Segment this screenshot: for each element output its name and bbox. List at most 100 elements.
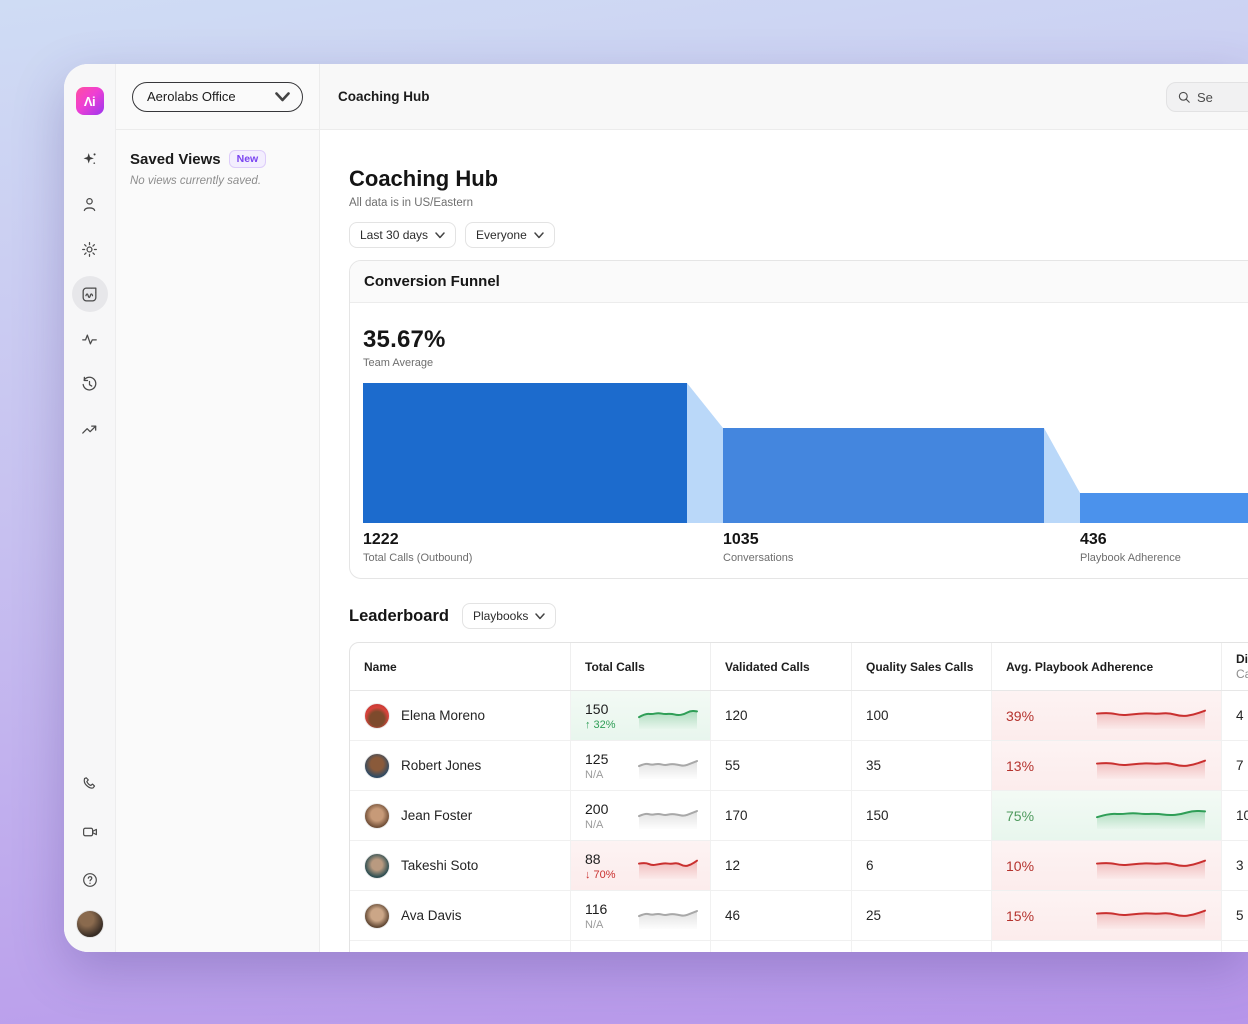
total-calls-value: 200 bbox=[585, 801, 631, 817]
playbooks-filter[interactable]: Playbooks bbox=[462, 603, 556, 629]
sparkles-icon[interactable] bbox=[72, 141, 108, 177]
search-input[interactable]: Se bbox=[1166, 82, 1248, 112]
rail-nav bbox=[72, 141, 108, 447]
col-adherence[interactable]: Avg. Playbook Adherence bbox=[992, 643, 1222, 690]
coaching-hub-icon[interactable] bbox=[72, 276, 108, 312]
page-content: Coaching Hub All data is in US/Eastern L… bbox=[320, 130, 1248, 952]
total-calls-sparkline bbox=[637, 902, 699, 930]
name-cell: Ava Davis bbox=[350, 891, 571, 940]
history-icon[interactable] bbox=[72, 366, 108, 402]
person-name: Jean Foster bbox=[401, 808, 472, 823]
disp-call-count-value: 4 bbox=[1236, 708, 1244, 723]
validated-calls-value: 46 bbox=[725, 908, 740, 923]
person-name: Robert Jones bbox=[401, 758, 481, 773]
activity-icon[interactable] bbox=[72, 321, 108, 357]
table-row[interactable]: Robert Jones 125 N/A 55 35 13% 7 bbox=[350, 741, 1248, 791]
adherence-cell: 75% bbox=[992, 791, 1222, 840]
adherence-sparkline bbox=[1095, 702, 1207, 730]
validated-calls-cell: 46 bbox=[711, 891, 852, 940]
quality-calls-value: 150 bbox=[866, 808, 889, 823]
video-icon[interactable] bbox=[72, 814, 108, 850]
total-calls-cell: 200 N/A bbox=[571, 791, 711, 840]
validated-calls-cell: 12 bbox=[711, 841, 852, 890]
total-calls-sparkline bbox=[637, 852, 699, 880]
chevron-down-icon bbox=[435, 232, 445, 239]
total-calls-value: 88 bbox=[585, 851, 631, 867]
chevron-down-icon bbox=[275, 92, 290, 102]
adherence-sparkline bbox=[1095, 752, 1207, 780]
quality-calls-value: 35 bbox=[866, 758, 881, 773]
disp-call-count-cell: 5 bbox=[1222, 891, 1248, 940]
saved-views-title: Saved Views bbox=[130, 151, 221, 168]
adherence-sparkline bbox=[1095, 852, 1207, 880]
funnel-transition bbox=[1044, 428, 1080, 523]
table-row[interactable]: Takeshi Soto 88 ↓ 70% 12 6 10% 3 bbox=[350, 841, 1248, 891]
adherence-cell: 15% bbox=[992, 891, 1222, 940]
quality-calls-cell: 150 bbox=[852, 791, 992, 840]
table-row[interactable]: Elena Moreno 150 ↑ 32% 120 100 39% 4 bbox=[350, 691, 1248, 741]
leaderboard-table: Name Total Calls Validated Calls Quality… bbox=[349, 642, 1248, 952]
col-name[interactable]: Name bbox=[350, 643, 571, 690]
disp-call-count-value: 3 bbox=[1236, 858, 1244, 873]
col-dispositioned[interactable]: Dispo Call C bbox=[1222, 643, 1248, 690]
person-name: Ava Davis bbox=[401, 908, 462, 923]
adherence-value: 10% bbox=[1006, 858, 1034, 874]
avatar bbox=[364, 703, 390, 729]
quality-calls-cell: 6 bbox=[852, 841, 992, 890]
adherence-sparkline bbox=[1095, 952, 1207, 953]
name-cell: Jean Foster bbox=[350, 791, 571, 840]
name-cell: Elena Moreno bbox=[350, 691, 571, 740]
quality-calls-cell: 35 bbox=[852, 741, 992, 790]
audience-filter[interactable]: Everyone bbox=[465, 222, 555, 248]
quality-calls-cell: 98 bbox=[852, 941, 992, 952]
col-quality-calls[interactable]: Quality Sales Calls bbox=[852, 643, 992, 690]
total-calls-delta: N/A bbox=[585, 769, 631, 781]
total-calls-delta: ↓ 70% bbox=[585, 869, 631, 881]
trend-up-icon[interactable] bbox=[72, 411, 108, 447]
total-calls-cell: 150 ↑ 32% bbox=[571, 691, 711, 740]
avatar bbox=[364, 903, 390, 929]
total-calls-delta: ↑ 32% bbox=[585, 719, 631, 731]
validated-calls-value: 12 bbox=[725, 858, 740, 873]
phone-icon[interactable] bbox=[72, 766, 108, 802]
table-row[interactable]: Matthew Rodriguez 180 N/A 120 98 50% 7 bbox=[350, 941, 1248, 952]
app-logo-icon[interactable]: Λi bbox=[76, 87, 104, 115]
adherence-value: 39% bbox=[1006, 708, 1034, 724]
disp-call-count-value: 10 bbox=[1236, 808, 1248, 823]
leaderboard-header: Leaderboard Playbooks bbox=[349, 603, 1248, 629]
disp-call-count-cell: 7 bbox=[1222, 941, 1248, 952]
total-calls-sparkline bbox=[637, 952, 699, 953]
validated-calls-cell: 120 bbox=[711, 941, 852, 952]
total-calls-delta: N/A bbox=[585, 819, 631, 831]
total-calls-delta: N/A bbox=[585, 919, 631, 931]
total-calls-cell: 180 N/A bbox=[571, 941, 711, 952]
funnel-chart: 1222Total Calls (Outbound)1035Conversati… bbox=[363, 383, 1248, 569]
funnel-stage-2 bbox=[723, 428, 1044, 523]
funnel-transition bbox=[687, 383, 723, 523]
saved-views-empty-text: No views currently saved. bbox=[130, 175, 305, 187]
col-total-calls[interactable]: Total Calls bbox=[571, 643, 711, 690]
gear-icon[interactable] bbox=[72, 231, 108, 267]
name-cell: Takeshi Soto bbox=[350, 841, 571, 890]
person-name: Elena Moreno bbox=[401, 708, 485, 723]
adherence-cell: 10% bbox=[992, 841, 1222, 890]
adherence-sparkline bbox=[1095, 902, 1207, 930]
table-row[interactable]: Jean Foster 200 N/A 170 150 75% 10 bbox=[350, 791, 1248, 841]
disp-call-count-cell: 3 bbox=[1222, 841, 1248, 890]
user-avatar[interactable] bbox=[76, 910, 104, 938]
funnel-stage-3 bbox=[1080, 493, 1248, 523]
person-name: Takeshi Soto bbox=[401, 858, 478, 873]
disp-call-count-cell: 10 bbox=[1222, 791, 1248, 840]
disp-call-count-value: 5 bbox=[1236, 908, 1244, 923]
total-calls-sparkline bbox=[637, 702, 699, 730]
person-icon[interactable] bbox=[72, 186, 108, 222]
help-icon[interactable] bbox=[72, 862, 108, 898]
avatar bbox=[364, 853, 390, 879]
col-validated-calls[interactable]: Validated Calls bbox=[711, 643, 852, 690]
playbooks-label: Playbooks bbox=[473, 609, 528, 623]
date-range-filter[interactable]: Last 30 days bbox=[349, 222, 456, 248]
table-row[interactable]: Ava Davis 116 N/A 46 25 15% 5 bbox=[350, 891, 1248, 941]
validated-calls-cell: 120 bbox=[711, 691, 852, 740]
search-icon bbox=[1177, 90, 1191, 104]
workspace-selector[interactable]: Aerolabs Office bbox=[132, 82, 303, 112]
